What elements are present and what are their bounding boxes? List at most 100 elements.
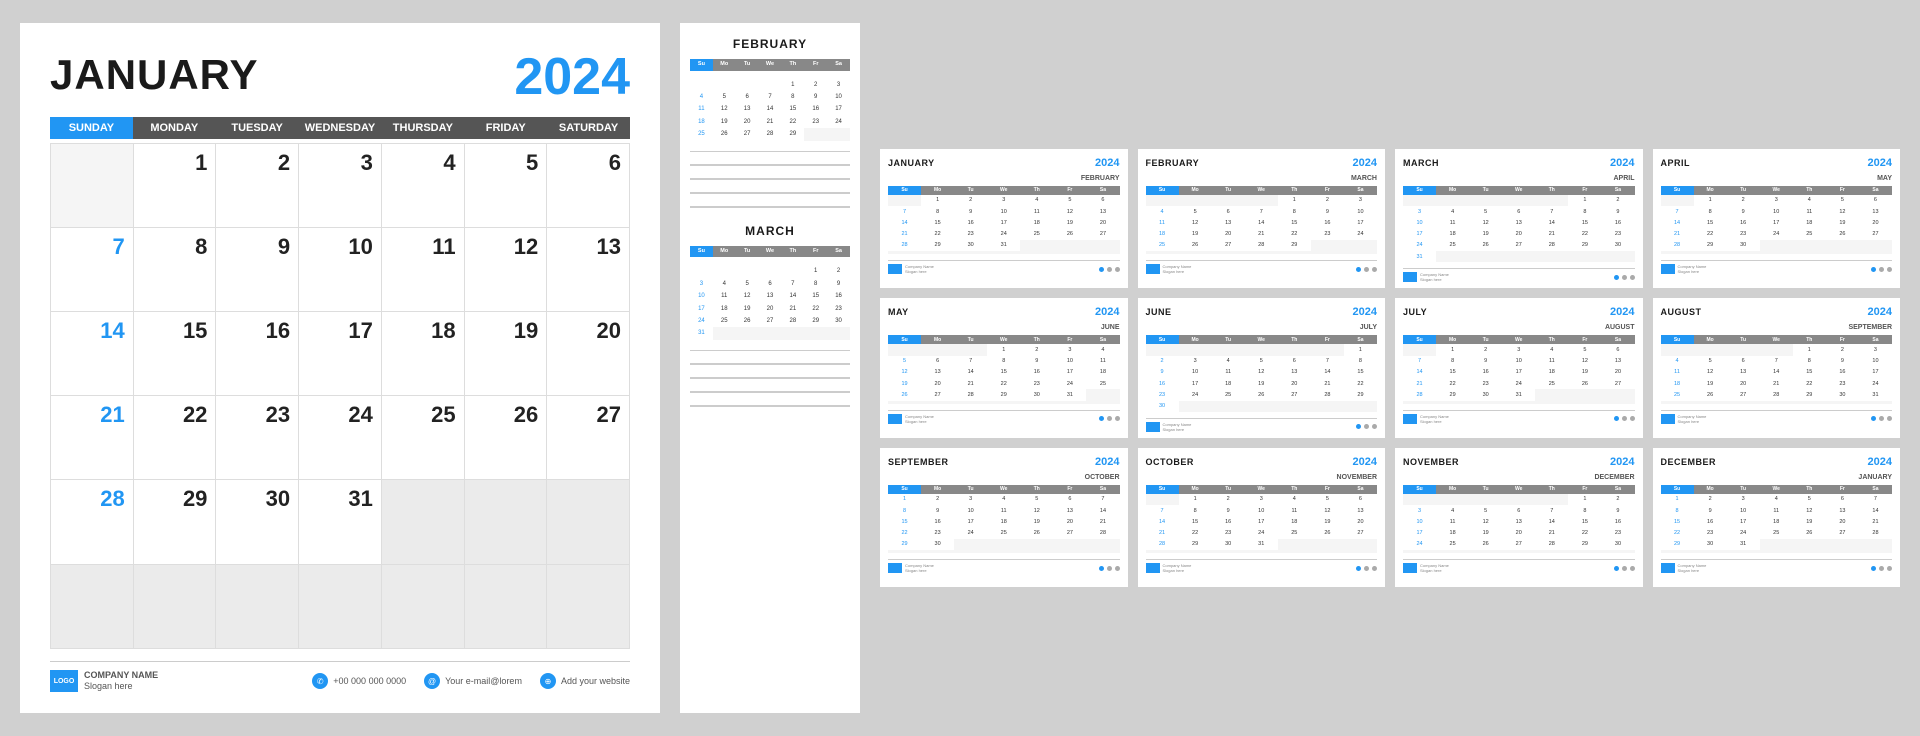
mcc-date-cell: 27: [1053, 528, 1086, 539]
mcc-date-cell: 7: [1535, 505, 1568, 516]
mcc-day-header: Th: [1278, 485, 1311, 494]
mcc-date-cell: [1146, 344, 1179, 355]
mcc-date-cell: 20: [1212, 229, 1245, 240]
mcc-footer: Company NameSlogan here: [1661, 260, 1893, 274]
mcc-date-cell: [1245, 344, 1278, 355]
mcc-date-cell: 3: [954, 494, 987, 505]
mcc-date-cell: [1436, 401, 1469, 404]
mcc-footer-text: Company NameSlogan here: [1420, 272, 1449, 282]
mcc-day-header: Mo: [1694, 485, 1727, 494]
mcc-date-cell: 16: [1826, 367, 1859, 378]
mcc-date-cell: [1502, 401, 1535, 404]
mini-dc: 14: [759, 103, 782, 115]
cal-cell: 23: [216, 396, 299, 480]
main-month-label: JANUARY: [50, 51, 258, 99]
cal-cell: 29: [134, 480, 217, 564]
mcc-date-cell: [1311, 344, 1344, 355]
mcc-date-cell: 23: [1694, 528, 1727, 539]
mcc-date-cell: [1212, 550, 1245, 553]
mcc-date-cell: [1535, 389, 1568, 400]
mini-dc: [827, 128, 850, 140]
mcc-date-cell: 21: [1311, 378, 1344, 389]
mcc-date-cell: [1568, 251, 1601, 262]
mcc-date-cell: 22: [1694, 229, 1727, 240]
mcc-date-cell: 27: [1212, 240, 1245, 251]
mcc-day-header: Sa: [1086, 186, 1119, 195]
mcc-date-cell: 20: [1826, 516, 1859, 527]
main-header: JANUARY 2024: [50, 51, 630, 103]
mcc-day-header: Tu: [1727, 485, 1760, 494]
mcc-date-cell: [1727, 550, 1760, 553]
mcc-date-cell: 20: [1086, 217, 1119, 228]
mcc-date-cell: 10: [987, 206, 1020, 217]
mcc-year-label: 2024: [1353, 456, 1377, 468]
mcc-date-cell: [1568, 550, 1601, 553]
mcc-date-cell: 5: [1568, 344, 1601, 355]
mcc-date-cell: 18: [1086, 367, 1119, 378]
mcc-day-header: Mo: [1694, 186, 1727, 195]
mcc-date-cell: 20: [1053, 516, 1086, 527]
mcc-dot: [1099, 267, 1104, 272]
mcc-year-label: 2024: [1353, 306, 1377, 318]
mcc-date-cell: 17: [1053, 367, 1086, 378]
mcc-footer-text: Company NameSlogan here: [1420, 563, 1449, 573]
mcc-day-header: Th: [1793, 485, 1826, 494]
mcc-date-cell: [1793, 539, 1826, 550]
mcc-date-cell: 22: [1179, 528, 1212, 539]
mcc-date-cell: 25: [1436, 240, 1469, 251]
mcc-day-header: Th: [1535, 485, 1568, 494]
mcc-dot: [1372, 267, 1377, 272]
mcc-date-cell: [1568, 389, 1601, 400]
mcc-date-cell: [1568, 401, 1601, 404]
mcc-dot: [1115, 416, 1120, 421]
mcc-date-cell: 9: [1601, 505, 1634, 516]
mcc-date-cell: 13: [1601, 356, 1634, 367]
mini-dh: Fr: [804, 59, 827, 71]
mcc-date-cell: 25: [987, 528, 1020, 539]
mcc-date-cell: [1793, 550, 1826, 553]
mcc-date-cell: 13: [1278, 367, 1311, 378]
mcc-date-cell: 10: [1245, 505, 1278, 516]
mcc-date-cell: [1212, 401, 1245, 412]
cal-cell: 2: [216, 144, 299, 228]
mcc-date-cell: 2: [921, 494, 954, 505]
mcc-footer-dots: [1099, 566, 1120, 571]
mcc-date-cell: 14: [1661, 217, 1694, 228]
mcc-date-cell: [1053, 251, 1086, 254]
mcc-date-cell: [1859, 550, 1892, 553]
mcc-date-cell: 6: [1278, 356, 1311, 367]
mcc-day-header: Th: [1020, 485, 1053, 494]
mcc-date-cell: 19: [888, 378, 921, 389]
mcc-year-label: 2024: [1353, 157, 1377, 169]
mcc-date-cell: 18: [1146, 229, 1179, 240]
mcc-date-cell: 2: [1469, 344, 1502, 355]
mcc-date-cell: 18: [1278, 516, 1311, 527]
mcc-date-cell: 17: [1245, 516, 1278, 527]
mcc-dot: [1614, 416, 1619, 421]
mini-dc: 22: [781, 116, 804, 128]
mcc-date-cell: 23: [1727, 229, 1760, 240]
mcc-date-cell: [1278, 251, 1311, 254]
mcc-date-cell: 3: [1053, 344, 1086, 355]
mcc-date-cell: 5: [1826, 195, 1859, 206]
mcc-day-header: Mo: [1179, 186, 1212, 195]
mcc-logo-box: [1146, 264, 1160, 274]
mcc-date-cell: 21: [1760, 378, 1793, 389]
mcc-date-cell: 28: [1403, 389, 1436, 400]
mini-dc: 2: [827, 265, 850, 277]
mcc-dot: [1364, 424, 1369, 429]
mcc-date-cell: 22: [1568, 229, 1601, 240]
mar-day-headers: Su Mo Tu We Th Fr Sa: [690, 246, 850, 258]
mcc-day-header: We: [1245, 186, 1278, 195]
mcc-date-cell: 30: [1020, 389, 1053, 400]
mcc-date-cell: 22: [1568, 528, 1601, 539]
mcc-date-cell: 2: [1212, 494, 1245, 505]
mcc-date-cell: [1826, 539, 1859, 550]
mini-dc: 17: [827, 103, 850, 115]
mcc-day-header: Fr: [1311, 485, 1344, 494]
mcc-day-header: We: [1760, 485, 1793, 494]
mcc-date-cell: [1146, 494, 1179, 505]
mcc-date-cell: 29: [888, 539, 921, 550]
mcc-date-cell: 1: [1793, 344, 1826, 355]
annual-month-card-june: JUNE2024JULYSuMoTuWeThFrSa12345678910111…: [1138, 298, 1386, 438]
